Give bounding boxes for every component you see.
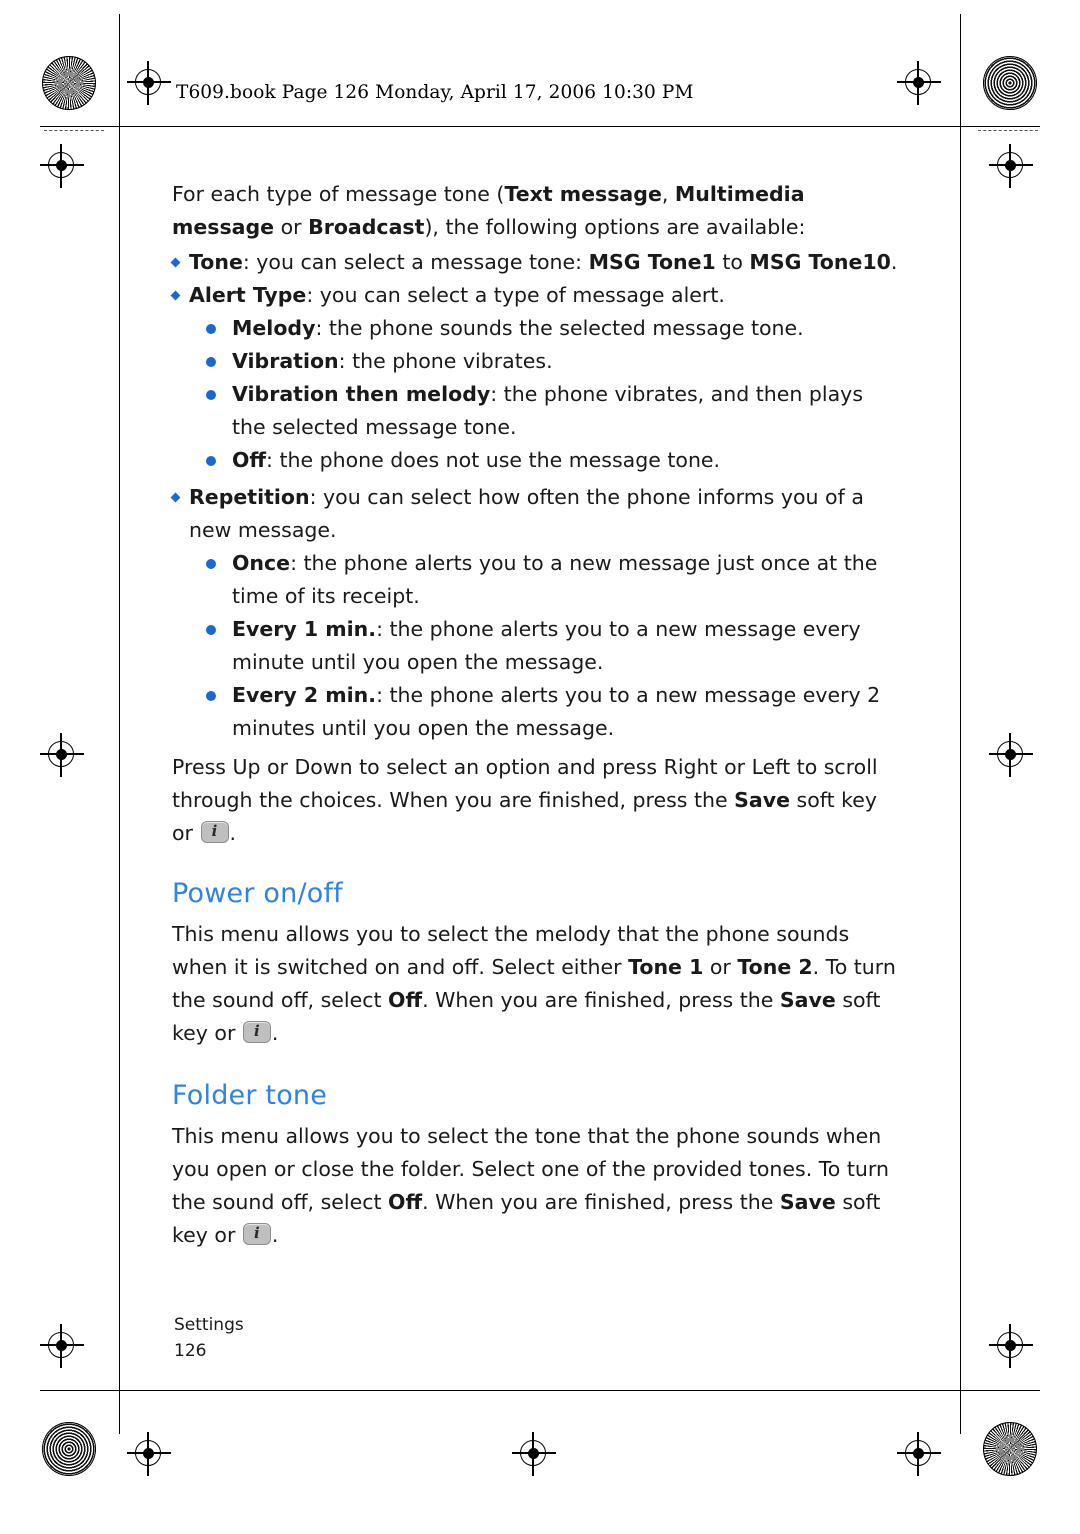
registration-rosette-top-left	[42, 56, 96, 110]
folder-tone-paragraph: This menu allows you to select the tone …	[172, 1120, 902, 1252]
press-instruction-paragraph: Press Up or Down to select an option and…	[172, 751, 902, 850]
intro-text-1: For each type of message tone (	[172, 182, 505, 206]
intro-text-3: or	[274, 215, 309, 239]
every-2-min-label: Every 2 min.	[232, 683, 377, 707]
power-bold-tone-2: Tone 2	[737, 955, 813, 979]
off-text: : the phone does not use the message ton…	[266, 448, 721, 472]
vibration-then-melody-label: Vibration then melody	[232, 382, 491, 406]
repetition-sublist: Once: the phone alerts you to a new mess…	[206, 547, 902, 745]
crop-mark-bottom-left	[127, 1432, 171, 1476]
list-item-vibration: Vibration: the phone vibrates.	[206, 345, 902, 378]
melody-label: Melody	[232, 316, 316, 340]
crop-mark-bottom-left-inner	[40, 1324, 84, 1368]
once-text: : the phone alerts you to a new message …	[232, 551, 878, 608]
page-content: For each type of message tone (Text mess…	[172, 178, 902, 1254]
trim-line-right	[960, 14, 961, 1434]
fold-line-top	[44, 130, 104, 131]
list-item-every-2-min: Every 2 min.: the phone alerts you to a …	[206, 679, 902, 745]
power-text-2: or	[703, 955, 738, 979]
crop-mark-mid-right-lower	[989, 733, 1033, 777]
intro-text-4: ), the following options are available:	[424, 215, 806, 239]
tone-text-2: to	[715, 250, 750, 274]
crop-mark-top-right	[897, 61, 941, 105]
section-heading-folder-tone: Folder tone	[172, 1080, 328, 1111]
option-list-repetition: Repetition: you can select how often the…	[172, 481, 902, 547]
crop-mark-mid-left-lower	[40, 733, 84, 777]
intro-bold-broadcast: Broadcast	[308, 215, 425, 239]
crop-mark-mid-left-upper	[40, 144, 84, 188]
fold-line-top-right	[978, 130, 1038, 131]
melody-text: : the phone sounds the selected message …	[315, 316, 804, 340]
footer-page-number: 126	[174, 1341, 207, 1361]
crop-mark-bottom-center	[512, 1432, 556, 1476]
registration-rosette-top-right	[983, 56, 1037, 110]
tone-text-1: : you can select a message tone:	[242, 250, 589, 274]
info-key-icon	[242, 1223, 271, 1245]
option-list-tone: Tone: you can select a message tone: MSG…	[172, 246, 902, 312]
intro-bold-text-message: Text message	[504, 182, 662, 206]
registration-rosette-bottom-right	[983, 1422, 1037, 1476]
intro-text-2: ,	[661, 182, 675, 206]
section-heading-power-on-off: Power on/off	[172, 878, 343, 909]
press-bold-save: Save	[734, 788, 791, 812]
power-bold-tone-1: Tone 1	[628, 955, 704, 979]
list-item-tone: Tone: you can select a message tone: MSG…	[172, 246, 902, 279]
crop-mark-top-left	[127, 61, 171, 105]
alert-type-sublist: Melody: the phone sounds the selected me…	[206, 312, 902, 477]
tone-value-last: MSG Tone10	[749, 250, 891, 274]
list-item-every-1-min: Every 1 min.: the phone alerts you to a …	[206, 613, 902, 679]
info-key-icon	[242, 1021, 271, 1043]
power-bold-save: Save	[779, 988, 836, 1012]
trim-line-top	[40, 126, 1040, 127]
vibration-text: : the phone vibrates.	[338, 349, 553, 373]
alert-type-text: : you can select a type of message alert…	[306, 283, 725, 307]
tone-value-first: MSG Tone1	[588, 250, 716, 274]
repetition-label: Repetition	[189, 485, 310, 509]
registration-rosette-bottom-left	[42, 1422, 96, 1476]
folder-text-2: . When you are finished, press the	[422, 1190, 780, 1214]
press-text-3: .	[229, 821, 237, 845]
crop-mark-mid-right-upper	[989, 144, 1033, 188]
trim-line-bottom	[40, 1390, 1040, 1391]
info-key-icon	[200, 821, 229, 843]
once-label: Once	[232, 551, 291, 575]
list-item-alert-type: Alert Type: you can select a type of mes…	[172, 279, 902, 312]
power-text-4: . When you are finished, press the	[422, 988, 780, 1012]
crop-mark-bottom-right-inner	[989, 1324, 1033, 1368]
crop-mark-bottom-right	[897, 1432, 941, 1476]
tone-label: Tone	[189, 250, 243, 274]
folder-text-4: .	[271, 1223, 279, 1247]
power-on-off-paragraph: This menu allows you to select the melod…	[172, 918, 902, 1050]
list-item-once: Once: the phone alerts you to a new mess…	[206, 547, 902, 613]
intro-paragraph: For each type of message tone (Text mess…	[172, 178, 902, 244]
power-text-6: .	[271, 1021, 279, 1045]
footer-chapter-label: Settings	[174, 1315, 244, 1335]
list-item-vibration-then-melody: Vibration then melody: the phone vibrate…	[206, 378, 902, 444]
list-item-off: Off: the phone does not use the message …	[206, 444, 902, 477]
trim-line-left	[119, 14, 120, 1434]
alert-type-label: Alert Type	[189, 283, 307, 307]
tone-text-3: .	[890, 250, 898, 274]
page-footer: Settings 126	[174, 1312, 244, 1364]
folder-bold-save: Save	[779, 1190, 836, 1214]
book-header-line: T609.book Page 126 Monday, April 17, 200…	[176, 82, 694, 103]
list-item-melody: Melody: the phone sounds the selected me…	[206, 312, 902, 345]
every-1-min-label: Every 1 min.	[232, 617, 377, 641]
vibration-label: Vibration	[232, 349, 339, 373]
off-label: Off	[232, 448, 267, 472]
power-bold-off: Off	[388, 988, 423, 1012]
list-item-repetition: Repetition: you can select how often the…	[172, 481, 902, 547]
folder-bold-off: Off	[388, 1190, 423, 1214]
